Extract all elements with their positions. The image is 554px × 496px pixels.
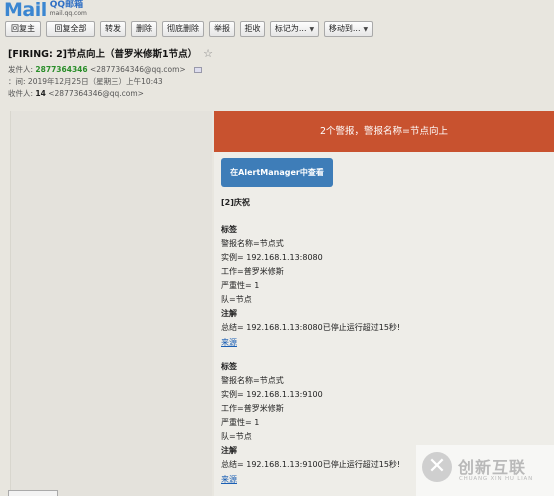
forward-button[interactable]: 转发: [100, 21, 126, 37]
alert-2-job: 工作=普罗米修斯: [221, 404, 284, 413]
mail-body-content: 2个警报，警报名称=节点向上 在AlertManager中查看 [2]庆祝 标签…: [214, 111, 554, 496]
watermark-cn: 创新互联: [458, 458, 527, 477]
alert-1-team: 队=节点: [221, 295, 252, 304]
logo-url-text: mail.qq.com: [49, 10, 87, 17]
chevron-down-icon: ▼: [309, 26, 315, 33]
logo-mail-text: Mail: [4, 0, 47, 21]
time-label: ：间:: [8, 77, 26, 86]
alert-banner: 2个警报，警报名称=节点向上: [214, 111, 554, 152]
alert-2-summary: 总结= 192.168.1.13:9100已停止运行超过15秒!: [221, 460, 401, 469]
star-icon[interactable]: ☆: [203, 47, 213, 60]
watermark: ✕ 创新互联 CHUANG XIN HU LIAN: [416, 445, 554, 496]
email-view: { "logo": { "mail": "Mail", "cn": "QQ邮箱"…: [0, 0, 554, 496]
recipient-label: 收件人:: [8, 89, 34, 98]
alert-2-team: 队=节点: [221, 432, 252, 441]
subject-text: [FIRING: 2]节点向上（普罗米修斯1节点）: [8, 49, 198, 60]
logo-cn-text: QQ邮箱: [49, 0, 84, 10]
reject-button[interactable]: 拒收: [240, 21, 265, 37]
alert-1-summary: 总结= 192.168.1.13:8080已停止运行超过15秒!: [221, 323, 401, 332]
move-to-label: 移动到...: [328, 24, 361, 33]
notes-title: 注解: [221, 309, 237, 318]
alert-1-alertname: 警报名称=节点式: [221, 239, 284, 248]
report-button[interactable]: 举报: [209, 21, 235, 37]
chevron-down-icon: ▼: [363, 26, 369, 33]
recipient-name[interactable]: 14: [35, 89, 45, 98]
sender-label: 发件人:: [8, 65, 34, 74]
alert-1-source-link[interactable]: 来源: [221, 337, 237, 349]
time-value: 2019年12月25日（星期三）上午10:43: [27, 77, 163, 86]
brand-x-glyph: ✕: [427, 454, 447, 479]
sender-address: <2877364346@qq.com>: [90, 65, 186, 74]
delete-button[interactable]: 删除: [131, 21, 157, 37]
reply-button[interactable]: 回复主: [5, 21, 41, 37]
mark-as-label: 标记为...: [274, 24, 307, 33]
notes-title: 注解: [221, 446, 237, 455]
move-to-dropdown[interactable]: 移动到... ▼: [324, 21, 373, 37]
labels-title: 标签: [221, 225, 237, 234]
alert-2-instance: 实例= 192.168.1.13:9100: [221, 390, 323, 399]
delete-permanent-button[interactable]: 彻底删除: [162, 21, 204, 37]
alert-1-job: 工作=普罗米修斯: [221, 267, 284, 276]
mail-body-left-pane: [10, 111, 212, 496]
add-contact-icon[interactable]: [194, 67, 203, 73]
time-row: ：间: 2019年12月25日（星期三）上午10:43: [8, 76, 163, 87]
alert-2-alertname: 警报名称=节点式: [221, 376, 284, 385]
view-in-alertmanager-button[interactable]: 在AlertManager中查看: [221, 158, 333, 187]
labels-title: 标签: [221, 362, 237, 371]
mail-toolbar: 回复主 回复全部 转发 删除 彻底删除 举报 拒收 标记为... ▼ 移动到...…: [5, 21, 378, 37]
mark-as-dropdown[interactable]: 标记为... ▼: [270, 21, 319, 37]
bottom-tab[interactable]: [8, 490, 58, 496]
alert-1-severity: 严重性= 1: [221, 281, 260, 290]
section-title: [2]庆祝: [221, 198, 250, 207]
alert-2-source-link[interactable]: 来源: [221, 474, 237, 486]
qqmail-logo[interactable]: Mail QQ邮箱 mail.qq.com: [0, 0, 87, 21]
recipient-address: <2877364346@qq.com>: [48, 89, 144, 98]
reply-all-button[interactable]: 回复全部: [46, 21, 95, 37]
sender-name[interactable]: 2877364346: [35, 65, 87, 74]
watermark-en: CHUANG XIN HU LIAN: [459, 476, 534, 482]
alert-2-severity: 严重性= 1: [221, 418, 260, 427]
mail-subject: [FIRING: 2]节点向上（普罗米修斯1节点） ☆: [8, 46, 213, 60]
recipient-row: 收件人: 14 <2877364346@qq.com>: [8, 88, 144, 99]
sender-row: 发件人: 2877364346 <2877364346@qq.com>: [8, 64, 203, 75]
alert-1-instance: 实例= 192.168.1.13:8080: [221, 253, 323, 262]
